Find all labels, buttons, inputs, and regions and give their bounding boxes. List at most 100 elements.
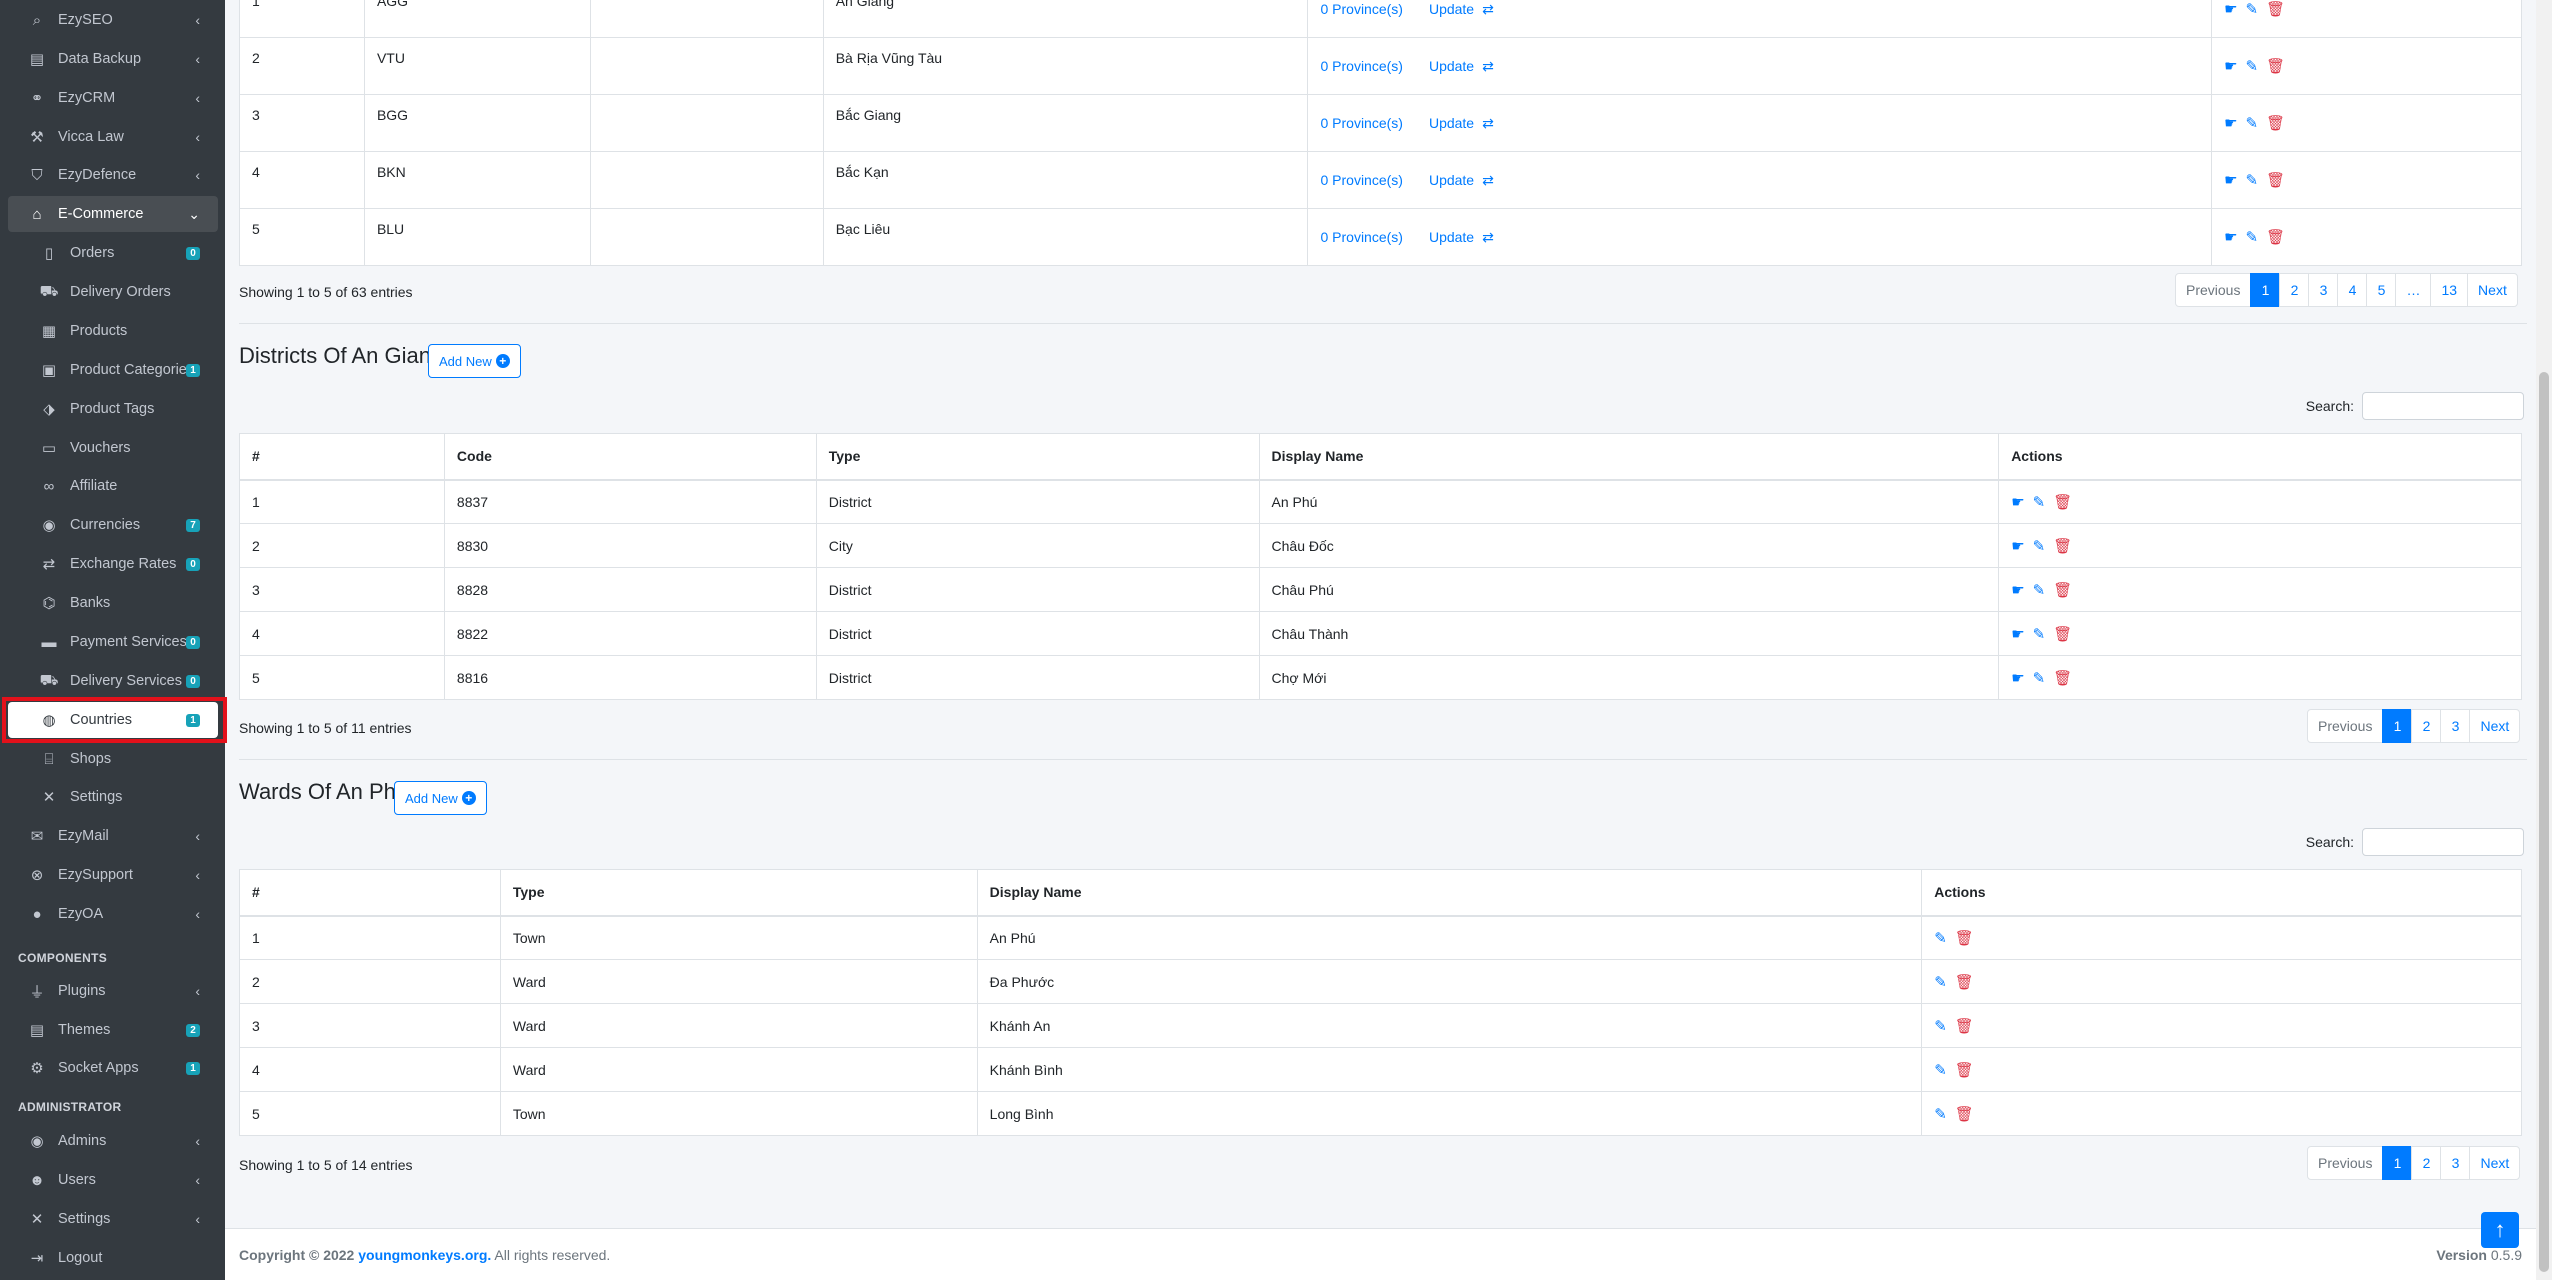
- scrollbar[interactable]: [2536, 0, 2552, 1280]
- page-button[interactable]: 1: [2250, 273, 2281, 307]
- sidebar-item-shop-settings[interactable]: ✕ Settings: [8, 779, 218, 815]
- sidebar-item-ezyoa[interactable]: ● EzyOA ‹: [8, 896, 218, 932]
- scrollbar-thumb[interactable]: [2539, 372, 2549, 1272]
- page-button[interactable]: 3: [2440, 1146, 2471, 1180]
- sidebar-item-delivery-services[interactable]: ⛟ Delivery Services 0: [8, 663, 218, 699]
- trash-icon[interactable]: 🗑: [2053, 625, 2072, 643]
- page-button[interactable]: 3: [2440, 709, 2471, 743]
- page-button[interactable]: 2: [2411, 1146, 2442, 1180]
- select-hand-icon[interactable]: ☛: [2224, 171, 2237, 189]
- sidebar-item-payment-services[interactable]: ▬ Payment Services 0: [8, 624, 218, 660]
- sidebar-item-logout[interactable]: ⇥ Logout: [8, 1240, 218, 1276]
- province-count-link[interactable]: 0 Province(s): [1320, 172, 1402, 188]
- exchange-icon[interactable]: ⇄: [1482, 58, 1494, 74]
- sidebar-item-themes[interactable]: ▤ Themes 2: [8, 1012, 218, 1048]
- trash-icon[interactable]: 🗑: [1955, 929, 1974, 947]
- sidebar-item-ezyseo[interactable]: ⌕ EzySEO ‹: [8, 2, 218, 38]
- select-hand-icon[interactable]: ☛: [2011, 581, 2024, 599]
- update-link[interactable]: Update: [1429, 229, 1474, 245]
- sidebar-item-plugins[interactable]: ⏚ Plugins ‹: [8, 973, 218, 1009]
- page-button[interactable]: Previous: [2175, 273, 2252, 307]
- sidebar-item-currencies[interactable]: ◉ Currencies 7: [8, 507, 218, 543]
- page-button[interactable]: 1: [2382, 1146, 2413, 1180]
- page-button[interactable]: 4: [2337, 273, 2368, 307]
- site-link[interactable]: youngmonkeys.org.: [358, 1247, 491, 1263]
- edit-icon[interactable]: ✎: [1934, 929, 1947, 947]
- edit-icon[interactable]: ✎: [2033, 581, 2046, 599]
- edit-icon[interactable]: ✎: [2246, 57, 2259, 75]
- select-hand-icon[interactable]: ☛: [2011, 537, 2024, 555]
- edit-icon[interactable]: ✎: [2246, 0, 2259, 18]
- column-header[interactable]: Code: [443, 433, 817, 481]
- trash-icon[interactable]: 🗑: [2053, 669, 2072, 687]
- edit-icon[interactable]: ✎: [1934, 1105, 1947, 1123]
- update-link[interactable]: Update: [1429, 115, 1474, 131]
- page-button[interactable]: 3: [2308, 273, 2339, 307]
- trash-icon[interactable]: 🗑: [2266, 0, 2285, 18]
- sidebar-item-socket-apps[interactable]: ⚙ Socket Apps 1: [8, 1050, 218, 1086]
- column-header[interactable]: Type: [499, 869, 978, 917]
- column-header[interactable]: Type: [815, 433, 1260, 481]
- sidebar-item-orders[interactable]: ▯ Orders 0: [8, 235, 218, 271]
- sidebar-item-product-categories[interactable]: ▣ Product Categories 1: [8, 352, 218, 388]
- sidebar-item-ezydefence[interactable]: ⛉ EzyDefence ‹: [8, 157, 218, 193]
- update-link[interactable]: Update: [1429, 1, 1474, 17]
- trash-icon[interactable]: 🗑: [1955, 1061, 1974, 1079]
- add-ward-button[interactable]: Add New +: [394, 781, 487, 815]
- edit-icon[interactable]: ✎: [1934, 973, 1947, 991]
- trash-icon[interactable]: 🗑: [2266, 57, 2285, 75]
- trash-icon[interactable]: 🗑: [2053, 581, 2072, 599]
- sidebar-item-vouchers[interactable]: ▭ Vouchers: [8, 430, 218, 466]
- page-button[interactable]: 2: [2279, 273, 2310, 307]
- page-button[interactable]: 1: [2382, 709, 2413, 743]
- page-button[interactable]: Next: [2467, 273, 2518, 307]
- add-district-button[interactable]: Add New +: [428, 344, 521, 378]
- province-count-link[interactable]: 0 Province(s): [1320, 115, 1402, 131]
- exchange-icon[interactable]: ⇄: [1482, 1, 1494, 17]
- select-hand-icon[interactable]: ☛: [2011, 669, 2024, 687]
- column-header[interactable]: Display Name: [1258, 433, 2000, 481]
- page-button[interactable]: 5: [2366, 273, 2397, 307]
- trash-icon[interactable]: 🗑: [1955, 1105, 1974, 1123]
- exchange-icon[interactable]: ⇄: [1482, 115, 1494, 131]
- update-link[interactable]: Update: [1429, 58, 1474, 74]
- select-hand-icon[interactable]: ☛: [2224, 0, 2237, 18]
- sidebar-item-ezymail[interactable]: ✉ EzyMail ‹: [8, 818, 218, 854]
- wards-search-input[interactable]: [2362, 828, 2524, 856]
- sidebar-item-products[interactable]: ▦ Products: [8, 313, 218, 349]
- trash-icon[interactable]: 🗑: [2053, 493, 2072, 511]
- sidebar-item-exchange-rates[interactable]: ⇄ Exchange Rates 0: [8, 546, 218, 582]
- trash-icon[interactable]: 🗑: [2053, 537, 2072, 555]
- edit-icon[interactable]: ✎: [1934, 1017, 1947, 1035]
- exchange-icon[interactable]: ⇄: [1482, 172, 1494, 188]
- edit-icon[interactable]: ✎: [2246, 228, 2259, 246]
- sidebar-item-settings[interactable]: ✕ Settings ‹: [8, 1201, 218, 1237]
- trash-icon[interactable]: 🗑: [2266, 171, 2285, 189]
- select-hand-icon[interactable]: ☛: [2011, 493, 2024, 511]
- province-count-link[interactable]: 0 Province(s): [1320, 58, 1402, 74]
- sidebar-item-admins[interactable]: ◉ Admins ‹: [8, 1123, 218, 1159]
- sidebar-item-ecommerce[interactable]: ⌂ E-Commerce ⌄: [8, 196, 218, 232]
- scroll-to-top-button[interactable]: ↑: [2481, 1212, 2519, 1248]
- page-button[interactable]: Previous: [2307, 1146, 2384, 1180]
- page-button[interactable]: 13: [2430, 273, 2469, 307]
- sidebar-item-banks[interactable]: ⌬ Banks: [8, 585, 218, 621]
- sidebar-item-affiliate[interactable]: ∞ Affiliate: [8, 468, 218, 504]
- districts-search-input[interactable]: [2362, 392, 2524, 420]
- exchange-icon[interactable]: ⇄: [1482, 229, 1494, 245]
- sidebar-item-delivery-orders[interactable]: ⛟ Delivery Orders: [8, 274, 218, 310]
- sidebar-item-product-tags[interactable]: ⬗ Product Tags: [8, 391, 218, 427]
- page-button[interactable]: Previous: [2307, 709, 2384, 743]
- update-link[interactable]: Update: [1429, 172, 1474, 188]
- edit-icon[interactable]: ✎: [2033, 669, 2046, 687]
- column-header[interactable]: #: [239, 433, 445, 481]
- select-hand-icon[interactable]: ☛: [2224, 114, 2237, 132]
- edit-icon[interactable]: ✎: [2033, 537, 2046, 555]
- select-hand-icon[interactable]: ☛: [2224, 228, 2237, 246]
- select-hand-icon[interactable]: ☛: [2011, 625, 2024, 643]
- page-button[interactable]: Next: [2469, 1146, 2521, 1180]
- sidebar-item-vicca-law[interactable]: ⚒ Vicca Law ‹: [8, 119, 218, 155]
- page-button[interactable]: 2: [2411, 709, 2442, 743]
- edit-icon[interactable]: ✎: [1934, 1061, 1947, 1079]
- sidebar-item-users[interactable]: ☻ Users ‹: [8, 1162, 218, 1198]
